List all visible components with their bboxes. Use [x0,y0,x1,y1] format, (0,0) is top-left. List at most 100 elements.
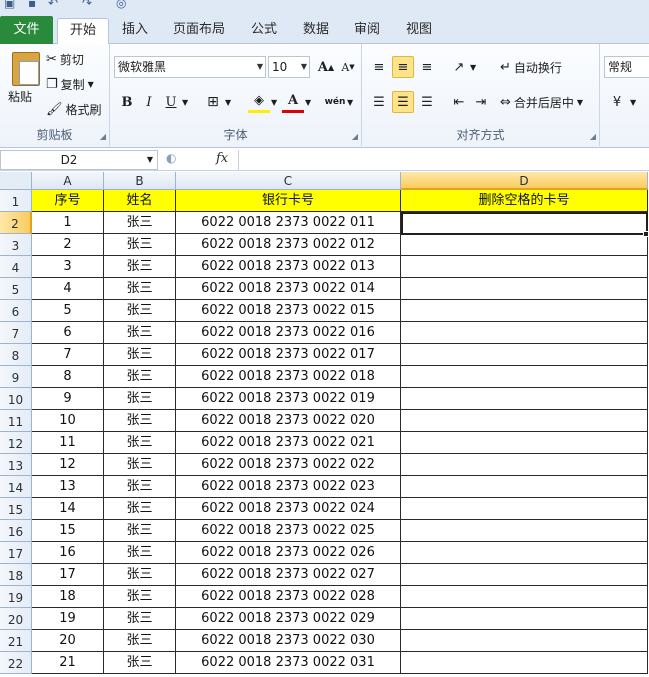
dialog-launcher-icon[interactable]: ◢ [590,132,596,141]
table-cell[interactable]: 6022 0018 2373 0022 028 [176,586,401,608]
table-cell[interactable] [401,454,648,476]
chevron-down-icon[interactable]: ▼ [347,98,353,107]
table-cell[interactable]: 张三 [104,520,176,542]
table-cell[interactable]: 6022 0018 2373 0022 029 [176,608,401,630]
table-cell[interactable]: 21 [32,652,104,674]
cut-button[interactable]: ✂ 剪切 [46,48,84,70]
insert-function-icon[interactable]: fx [216,151,228,166]
table-cell[interactable]: 6 [32,322,104,344]
table-cell[interactable]: 15 [32,520,104,542]
row-header[interactable]: 19 [0,586,32,608]
table-cell[interactable]: 张三 [104,498,176,520]
paste-button[interactable]: 粘贴 [4,46,42,108]
table-cell[interactable]: 张三 [104,586,176,608]
table-cell[interactable]: 张三 [104,212,176,234]
tab-insert[interactable]: 插入 [113,18,157,44]
column-header-b[interactable]: B [104,172,176,190]
table-cell[interactable]: 6022 0018 2373 0022 019 [176,388,401,410]
table-cell[interactable]: 5 [32,300,104,322]
table-cell[interactable]: 6022 0018 2373 0022 014 [176,278,401,300]
table-cell[interactable] [401,300,648,322]
align-bottom-button[interactable]: ≡ [416,56,438,78]
underline-button[interactable]: U [160,91,182,113]
table-cell[interactable]: 4 [32,278,104,300]
row-header[interactable]: 22 [0,652,32,674]
row-header[interactable]: 1 [0,190,32,212]
font-color-button[interactable]: A [282,91,304,113]
table-cell[interactable]: 6022 0018 2373 0022 013 [176,256,401,278]
table-cell[interactable] [401,564,648,586]
table-cell[interactable]: 6022 0018 2373 0022 027 [176,564,401,586]
accounting-format-button[interactable]: ¥ [606,91,628,113]
row-header[interactable]: 3 [0,234,32,256]
table-cell[interactable] [401,212,648,234]
table-cell[interactable]: 张三 [104,410,176,432]
dialog-launcher-icon[interactable]: ◢ [352,132,358,141]
table-cell[interactable]: 1 [32,212,104,234]
table-cell[interactable]: 张三 [104,542,176,564]
align-top-button[interactable]: ≡ [368,56,390,78]
table-cell[interactable]: 张三 [104,388,176,410]
undo-icon[interactable]: ↶ [48,0,58,10]
chevron-down-icon[interactable]: ▼ [271,98,277,107]
table-cell[interactable]: 张三 [104,278,176,300]
table-cell[interactable]: 12 [32,454,104,476]
tab-view[interactable]: 视图 [397,18,441,44]
table-cell[interactable]: 张三 [104,608,176,630]
column-header-c[interactable]: C [176,172,401,190]
tab-data[interactable]: 数据 [294,18,338,44]
name-box[interactable]: D2 ▼ [0,150,158,170]
table-cell[interactable]: 6022 0018 2373 0022 016 [176,322,401,344]
column-header-d[interactable]: D [401,172,648,190]
format-painter-button[interactable]: 🖌 格式刷 [46,98,102,120]
table-cell[interactable]: 张三 [104,322,176,344]
table-cell[interactable]: 张三 [104,344,176,366]
table-cell[interactable]: 张三 [104,234,176,256]
align-right-button[interactable]: ☰ [416,91,438,113]
table-cell[interactable] [401,476,648,498]
grow-font-button[interactable]: A ▲ [315,56,337,78]
chevron-down-icon[interactable]: ▼ [182,98,188,107]
table-cell[interactable]: 6022 0018 2373 0022 018 [176,366,401,388]
fill-color-button[interactable]: ◈ [248,91,270,113]
table-cell[interactable] [401,542,648,564]
table-cell[interactable]: 6022 0018 2373 0022 020 [176,410,401,432]
align-left-button[interactable]: ☰ [368,91,390,113]
table-cell[interactable]: 张三 [104,300,176,322]
table-cell[interactable]: 2 [32,234,104,256]
merge-center-button[interactable]: ⇔ 合并后居中 ▼ [500,91,583,113]
italic-button[interactable]: I [138,91,160,113]
table-cell[interactable]: 张三 [104,652,176,674]
row-header[interactable]: 15 [0,498,32,520]
tab-file[interactable]: 文件 [0,16,53,44]
row-header[interactable]: 10 [0,388,32,410]
table-header-cell[interactable]: 银行卡号 [176,190,401,212]
table-cell[interactable] [401,652,648,674]
table-cell[interactable]: 10 [32,410,104,432]
table-cell[interactable]: 3 [32,256,104,278]
row-header[interactable]: 4 [0,256,32,278]
table-cell[interactable]: 张三 [104,564,176,586]
table-cell[interactable] [401,256,648,278]
table-cell[interactable]: 18 [32,586,104,608]
table-cell[interactable]: 19 [32,608,104,630]
row-header[interactable]: 6 [0,300,32,322]
table-cell[interactable]: 6022 0018 2373 0022 011 [176,212,401,234]
font-size-select[interactable]: 10 ▼ [268,56,310,78]
tab-home[interactable]: 开始 [57,18,109,45]
table-cell[interactable] [401,278,648,300]
table-cell[interactable] [401,498,648,520]
tab-formulas[interactable]: 公式 [242,18,286,44]
table-cell[interactable]: 6022 0018 2373 0022 031 [176,652,401,674]
table-header-cell[interactable]: 序号 [32,190,104,212]
table-header-cell[interactable]: 姓名 [104,190,176,212]
table-cell[interactable] [401,410,648,432]
border-button[interactable]: ⊞ [202,91,224,113]
phonetic-button[interactable]: wén [324,91,346,113]
table-cell[interactable]: 20 [32,630,104,652]
table-cell[interactable]: 张三 [104,366,176,388]
table-cell[interactable]: 11 [32,432,104,454]
table-cell[interactable] [401,234,648,256]
table-cell[interactable]: 14 [32,498,104,520]
spreadsheet-grid[interactable]: A B C D 1 序号 姓名 银行卡号 删除空格的卡号 2 1 张三 6022 0018 2373 0… [0,172,649,677]
